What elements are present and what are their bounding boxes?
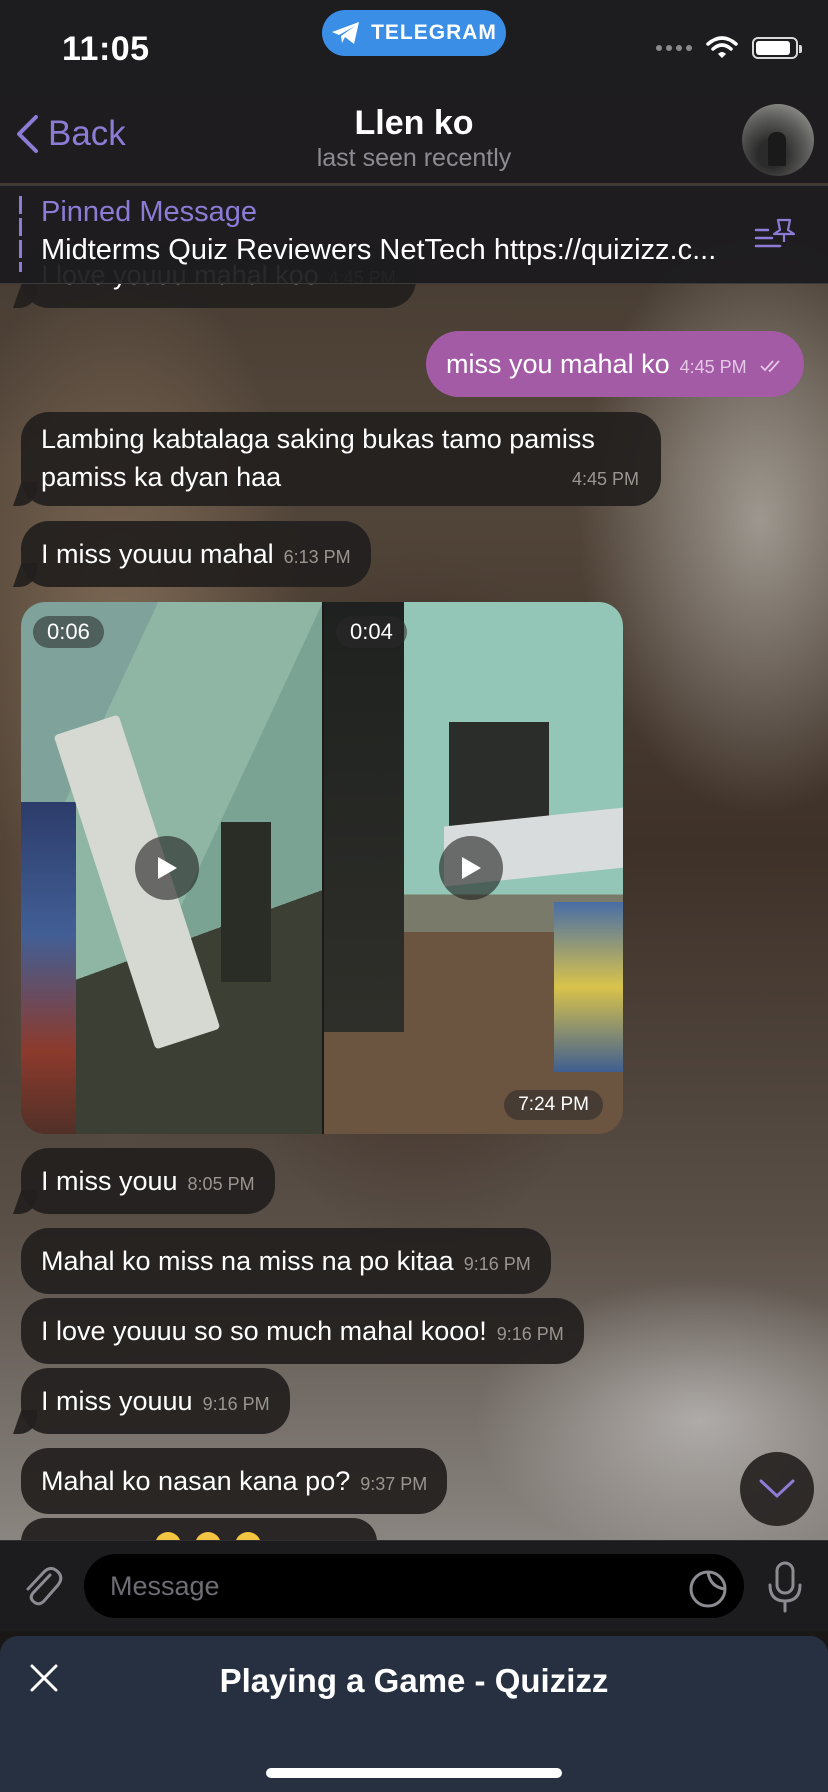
play-icon[interactable] xyxy=(135,836,199,900)
video-thumbnail[interactable]: 0:06 xyxy=(21,602,322,1134)
message-outgoing[interactable]: miss you mahal ko 4:45 PM xyxy=(426,331,805,397)
telegram-pill[interactable]: TELEGRAM xyxy=(322,10,506,56)
message-text: I love youuu so so much mahal kooo! xyxy=(41,1316,487,1346)
telegram-plane-icon xyxy=(332,22,360,44)
status-indicators xyxy=(656,36,802,60)
message-text: I miss youu xyxy=(41,1166,178,1196)
home-indicator xyxy=(266,1768,562,1778)
chevron-down-icon xyxy=(759,1479,795,1499)
pinned-message-bar[interactable]: Pinned Message Midterms Quiz Reviewers N… xyxy=(0,185,828,284)
pinned-title: Pinned Message xyxy=(41,196,258,228)
message-incoming[interactable]: I miss youuu mahal 6:13 PM xyxy=(21,521,371,587)
message-time: 9:37 PM xyxy=(360,1474,428,1494)
video-duration: 0:06 xyxy=(33,616,104,648)
video-thumbnail[interactable]: 0:04 7:24 PM xyxy=(324,602,623,1134)
avatar[interactable] xyxy=(742,104,814,176)
message-incoming[interactable]: I miss youu 8:05 PM xyxy=(21,1148,275,1214)
game-panel-title: Playing a Game - Quizizz xyxy=(219,1662,609,1699)
message-text: I miss youuu xyxy=(41,1386,193,1416)
last-seen-status: last seen recently xyxy=(316,144,512,172)
message-text: I miss youuu mahal xyxy=(41,539,274,569)
video-album[interactable]: 0:06 0:04 7:24 PM xyxy=(21,602,623,1134)
message-time: 9:16 PM xyxy=(202,1394,270,1414)
message-text: miss you mahal ko xyxy=(446,349,670,379)
chat-title[interactable]: Llen ko xyxy=(0,104,828,143)
message-input[interactable]: Message xyxy=(84,1554,744,1618)
play-icon[interactable] xyxy=(439,836,503,900)
telegram-pill-label: TELEGRAM xyxy=(371,21,497,44)
message-time: 4:45 PM xyxy=(679,357,747,377)
message-time: 6:13 PM xyxy=(283,547,351,567)
message-incoming[interactable]: I love youuu so so much mahal kooo! 9:16 … xyxy=(21,1298,584,1364)
message-time: 9:16 PM xyxy=(496,1324,564,1344)
message-text: Mahal ko nasan kana po? xyxy=(41,1466,351,1496)
message-incoming[interactable]: Mahal ko miss na miss na po kitaa 9:16 PM xyxy=(21,1228,551,1294)
message-time: 4:45 PM xyxy=(571,469,639,489)
message-incoming[interactable]: Mahal ko nasan kana po? 9:37 PM xyxy=(21,1448,448,1514)
pinned-list-icon[interactable] xyxy=(754,216,798,252)
signal-icon xyxy=(656,45,692,51)
microphone-icon[interactable] xyxy=(765,1561,805,1613)
input-bar: Message xyxy=(0,1540,828,1631)
battery-icon xyxy=(752,37,802,59)
pinned-indicator xyxy=(19,196,22,272)
paperclip-icon[interactable] xyxy=(20,1563,64,1609)
message-incoming[interactable]: I miss youuu 9:16 PM xyxy=(21,1368,290,1434)
message-incoming[interactable]: Lambing kabtalaga saking bukas tamo pami… xyxy=(21,412,661,506)
message-time: 7:24 PM xyxy=(504,1090,603,1120)
message-time: 9:16 PM xyxy=(463,1254,531,1274)
message-text: Mahal ko miss na miss na po kitaa xyxy=(41,1246,454,1276)
video-duration: 0:04 xyxy=(336,616,407,648)
message-text: Lambing kabtalaga saking bukas tamo pami… xyxy=(41,424,595,492)
double-check-icon xyxy=(760,360,780,373)
navigation-bar: 11:05 TELEGRAM Back Llen ko last seen re… xyxy=(0,0,828,183)
message-time: 8:05 PM xyxy=(187,1174,255,1194)
scroll-down-button[interactable] xyxy=(740,1452,814,1526)
pinned-text: Midterms Quiz Reviewers NetTech https://… xyxy=(41,234,717,266)
status-time: 11:05 xyxy=(62,30,150,68)
sticker-icon[interactable] xyxy=(688,1569,728,1609)
wifi-icon xyxy=(706,36,738,58)
